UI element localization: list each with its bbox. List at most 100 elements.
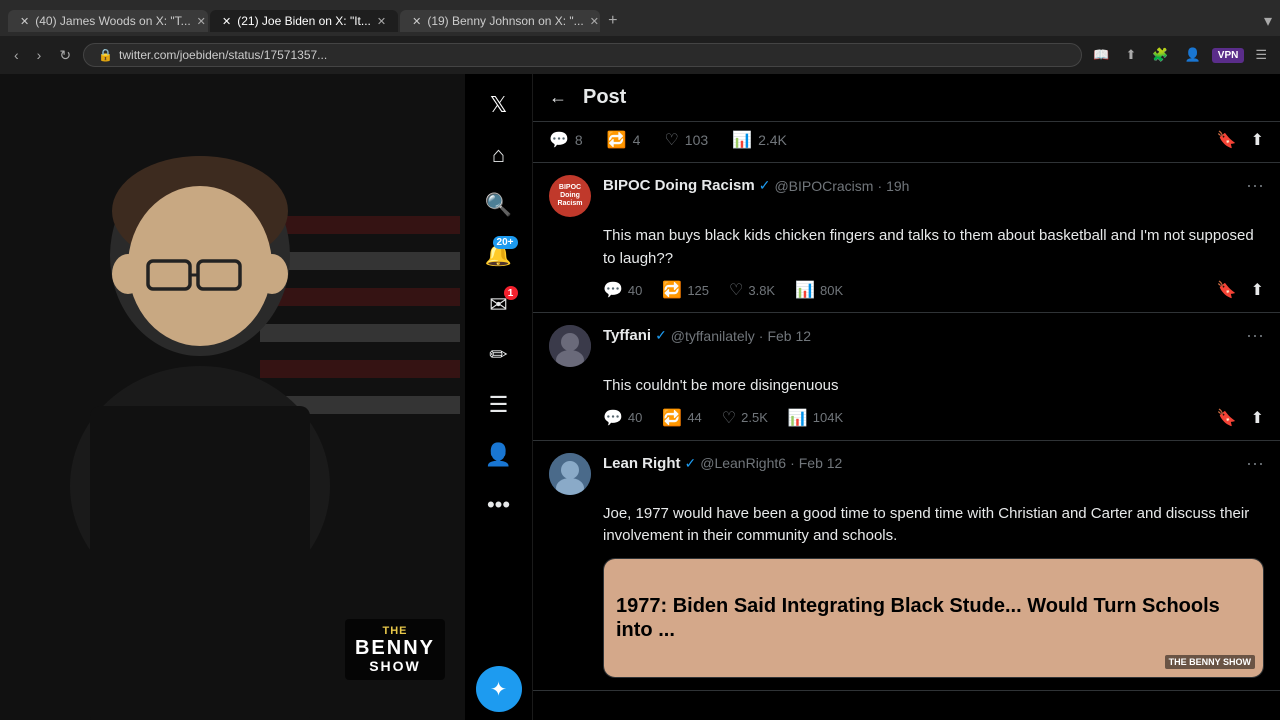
back-arrow[interactable]: ←	[549, 87, 567, 108]
compose-button[interactable]: ✦	[476, 666, 522, 712]
bipoc-reply-btn[interactable]: 💬 40	[603, 280, 642, 300]
bipoc-retweet-btn[interactable]: 🔁 125	[662, 280, 709, 300]
sidebar-item-search[interactable]: 🔍	[476, 182, 522, 228]
tyffani-view-btn[interactable]: 📊 104K	[788, 408, 843, 428]
view-count: 2.4K	[758, 132, 787, 148]
tab-james-woods[interactable]: ✕ (40) James Woods on X: "T... ✕	[8, 10, 208, 32]
post-title: Post	[583, 86, 626, 109]
tyffani-action-right: 🔖 ⬆	[1217, 408, 1264, 428]
sidebar-item-lists[interactable]: ☰	[476, 382, 522, 428]
leanright-verified-badge: ✓	[685, 455, 697, 472]
x-logo[interactable]: 𝕏	[480, 82, 518, 128]
avatar-bipoc: BIPOCDoingRacism	[549, 175, 591, 217]
reply-stat: 💬 8	[549, 130, 583, 150]
share-icon[interactable]: ⬆	[1251, 280, 1264, 300]
profile-button[interactable]: 👤	[1180, 44, 1206, 66]
bookmark-icon[interactable]: 🔖	[1217, 130, 1237, 150]
sidebar-item-messages[interactable]: ✉ 1	[476, 282, 522, 328]
reload-button[interactable]: ↻	[53, 43, 77, 68]
x-sidebar: 𝕏 ⌂ 🔍 🔔 20+ ✉ 1 ✏ ☰ 👤	[465, 74, 533, 720]
tyffani-like-count: 2.5K	[741, 410, 768, 425]
sidebar-item-profile[interactable]: 👤	[476, 432, 522, 478]
bipoc-handle: @BIPOCracism	[774, 178, 873, 194]
person-icon: 👤	[485, 442, 512, 468]
tab-joe-biden[interactable]: ✕ (21) Joe Biden on X: "It... ✕	[210, 10, 398, 32]
avatar-bipoc-image: BIPOCDoingRacism	[549, 175, 591, 217]
leanright-more-btn[interactable]: ···	[1246, 453, 1264, 474]
bipoc-verified-badge: ✓	[759, 177, 771, 194]
tyffani-like-btn[interactable]: ♡ 2.5K	[722, 408, 768, 428]
tyffani-tweet-text: This couldn't be more disingenuous	[603, 375, 1264, 398]
sidebar-item-compose[interactable]: ✏	[476, 332, 522, 378]
bipoc-more-btn[interactable]: ···	[1246, 175, 1264, 196]
sidebar-item-notifications[interactable]: 🔔 20+	[476, 232, 522, 278]
chart-icon: 📊	[795, 280, 815, 300]
vpn-badge[interactable]: VPN	[1212, 48, 1245, 63]
person-background: THE BENNY SHOW	[0, 74, 465, 720]
lock-icon: 🔒	[98, 48, 113, 62]
bipoc-like-btn[interactable]: ♡ 3.8K	[729, 280, 775, 300]
leanright-tweet-image: 1977: Biden Said Integrating Black Stude…	[603, 558, 1264, 678]
retweet-icon: 🔁	[607, 130, 627, 150]
sidebar-item-more[interactable]: •••	[476, 482, 522, 528]
tyffani-retweet-btn[interactable]: 🔁 44	[662, 408, 701, 428]
leanright-time: Feb 12	[799, 455, 843, 471]
tweet-tyffani: Tyffani ✓ @tyffanilately · Feb 12 ··· Th…	[533, 313, 1280, 441]
post-header: ← Post	[533, 74, 1280, 122]
share-icon[interactable]: ⬆	[1251, 408, 1264, 428]
post-area[interactable]: ← Post 💬 8 🔁 4 ♡ 103 📊 2	[533, 74, 1280, 720]
address-bar[interactable]: 🔒 twitter.com/joebiden/status/17571357..…	[83, 43, 1082, 67]
tab-close-2[interactable]: ✕	[377, 15, 386, 28]
bookmark-icon[interactable]: 🔖	[1217, 280, 1237, 300]
search-icon: 🔍	[485, 192, 512, 218]
tab-benny-johnson[interactable]: ✕ (19) Benny Johnson on X: "... ✕	[400, 10, 600, 32]
leanright-dot-separator: ·	[790, 455, 795, 471]
new-tab-button[interactable]: +	[602, 10, 623, 32]
tab-close-1[interactable]: ✕	[197, 15, 206, 28]
benny-show-title: THE BENNY SHOW	[355, 625, 435, 674]
bipoc-action-right: 🔖 ⬆	[1217, 280, 1264, 300]
back-button[interactable]: ‹	[8, 43, 25, 67]
main-content: THE BENNY SHOW 𝕏 ⌂ 🔍 🔔 20+ ✉ 1	[0, 74, 1280, 720]
menu-button[interactable]: ☰	[1250, 44, 1272, 66]
reply-icon: 💬	[549, 130, 569, 150]
extensions-button[interactable]: 🧩	[1147, 44, 1173, 66]
reply-icon: 💬	[603, 408, 623, 428]
tyffani-handle: @tyffanilately	[671, 328, 755, 344]
chart-icon: 📊	[788, 408, 808, 428]
bipoc-author-name: BIPOC Doing Racism	[603, 177, 755, 194]
share-icon[interactable]: ⬆	[1251, 130, 1264, 150]
notification-badge: 20+	[493, 236, 518, 249]
reader-view-button[interactable]: 📖	[1088, 44, 1114, 66]
bookmark-icon[interactable]: 🔖	[1217, 408, 1237, 428]
tab-close-3[interactable]: ✕	[590, 15, 599, 28]
bipoc-tweet-text: This man buys black kids chicken fingers…	[603, 225, 1264, 270]
more-icon: •••	[487, 492, 510, 518]
tyffani-reply-btn[interactable]: 💬 40	[603, 408, 642, 428]
avatar-leanright	[549, 453, 591, 495]
twitter-panel: 𝕏 ⌂ 🔍 🔔 20+ ✉ 1 ✏ ☰ 👤	[465, 74, 1280, 720]
tab-label-3: (19) Benny Johnson on X: "...	[427, 14, 583, 28]
bipoc-time: 19h	[886, 178, 909, 194]
like-count: 103	[685, 132, 708, 148]
tyffani-more-btn[interactable]: ···	[1246, 325, 1264, 346]
tweet-image-headline: 1977: Biden Said Integrating Black Stude…	[616, 594, 1251, 642]
sidebar-item-home[interactable]: ⌂	[476, 132, 522, 178]
tweet-leanright: Lean Right ✓ @LeanRight6 · Feb 12 ··· Jo…	[533, 441, 1280, 691]
tyffani-reply-count: 40	[628, 410, 642, 425]
forward-button[interactable]: ›	[31, 43, 48, 67]
tab-list-chevron[interactable]: ▾	[1264, 11, 1272, 31]
retweet-icon: 🔁	[662, 280, 682, 300]
leanright-tweet-text: Joe, 1977 would have been a good time to…	[603, 503, 1264, 548]
leanright-author-name: Lean Right	[603, 455, 681, 472]
bipoc-view-btn[interactable]: 📊 80K	[795, 280, 843, 300]
tab-favicon-1: ✕	[20, 15, 29, 28]
nav-icons: 📖 ⬆ 🧩 👤 VPN ☰	[1088, 44, 1272, 66]
tyffani-verified-badge: ✓	[655, 327, 667, 344]
chart-icon: 📊	[732, 130, 752, 150]
avatar-tyffani	[549, 325, 591, 367]
share-button[interactable]: ⬆	[1121, 44, 1142, 66]
retweet-stat: 🔁 4	[607, 130, 641, 150]
tyffani-view-count: 104K	[813, 410, 843, 425]
tyffani-retweet-count: 44	[687, 410, 701, 425]
